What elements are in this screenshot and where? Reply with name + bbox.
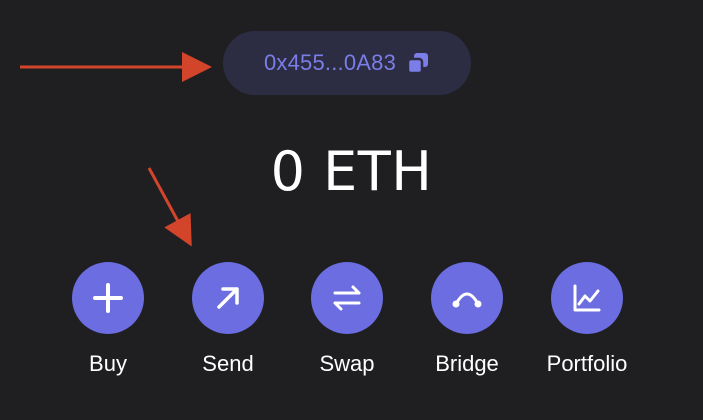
portfolio-button[interactable]: Portfolio	[527, 262, 647, 377]
send-button-circle[interactable]	[192, 262, 264, 334]
send-label: Send	[202, 351, 254, 376]
chart-line-icon	[573, 284, 601, 312]
swap-button[interactable]: Swap	[287, 262, 407, 377]
wallet-address-button[interactable]: 0x455...0A83	[223, 31, 471, 95]
swap-arrows-icon	[333, 285, 361, 311]
balance-amount: 0 ETH	[270, 140, 433, 203]
swap-label: Swap	[319, 351, 375, 376]
copy-icon[interactable]	[406, 51, 430, 75]
bridge-label: Bridge	[435, 351, 499, 376]
portfolio-label: Portfolio	[546, 351, 628, 376]
swap-button-circle[interactable]	[311, 262, 383, 334]
bridge-icon	[452, 292, 482, 308]
buy-button[interactable]: Buy	[48, 262, 168, 377]
buy-label: Buy	[89, 351, 127, 376]
plus-icon	[93, 283, 123, 313]
send-button[interactable]: Send	[168, 262, 288, 377]
bridge-button-circle[interactable]	[431, 262, 503, 334]
buy-button-circle[interactable]	[72, 262, 144, 334]
portfolio-button-circle[interactable]	[551, 262, 623, 334]
bridge-button[interactable]: Bridge	[407, 262, 527, 377]
wallet-address: 0x455...0A83	[263, 50, 397, 75]
arrow-up-right-icon	[217, 287, 239, 309]
